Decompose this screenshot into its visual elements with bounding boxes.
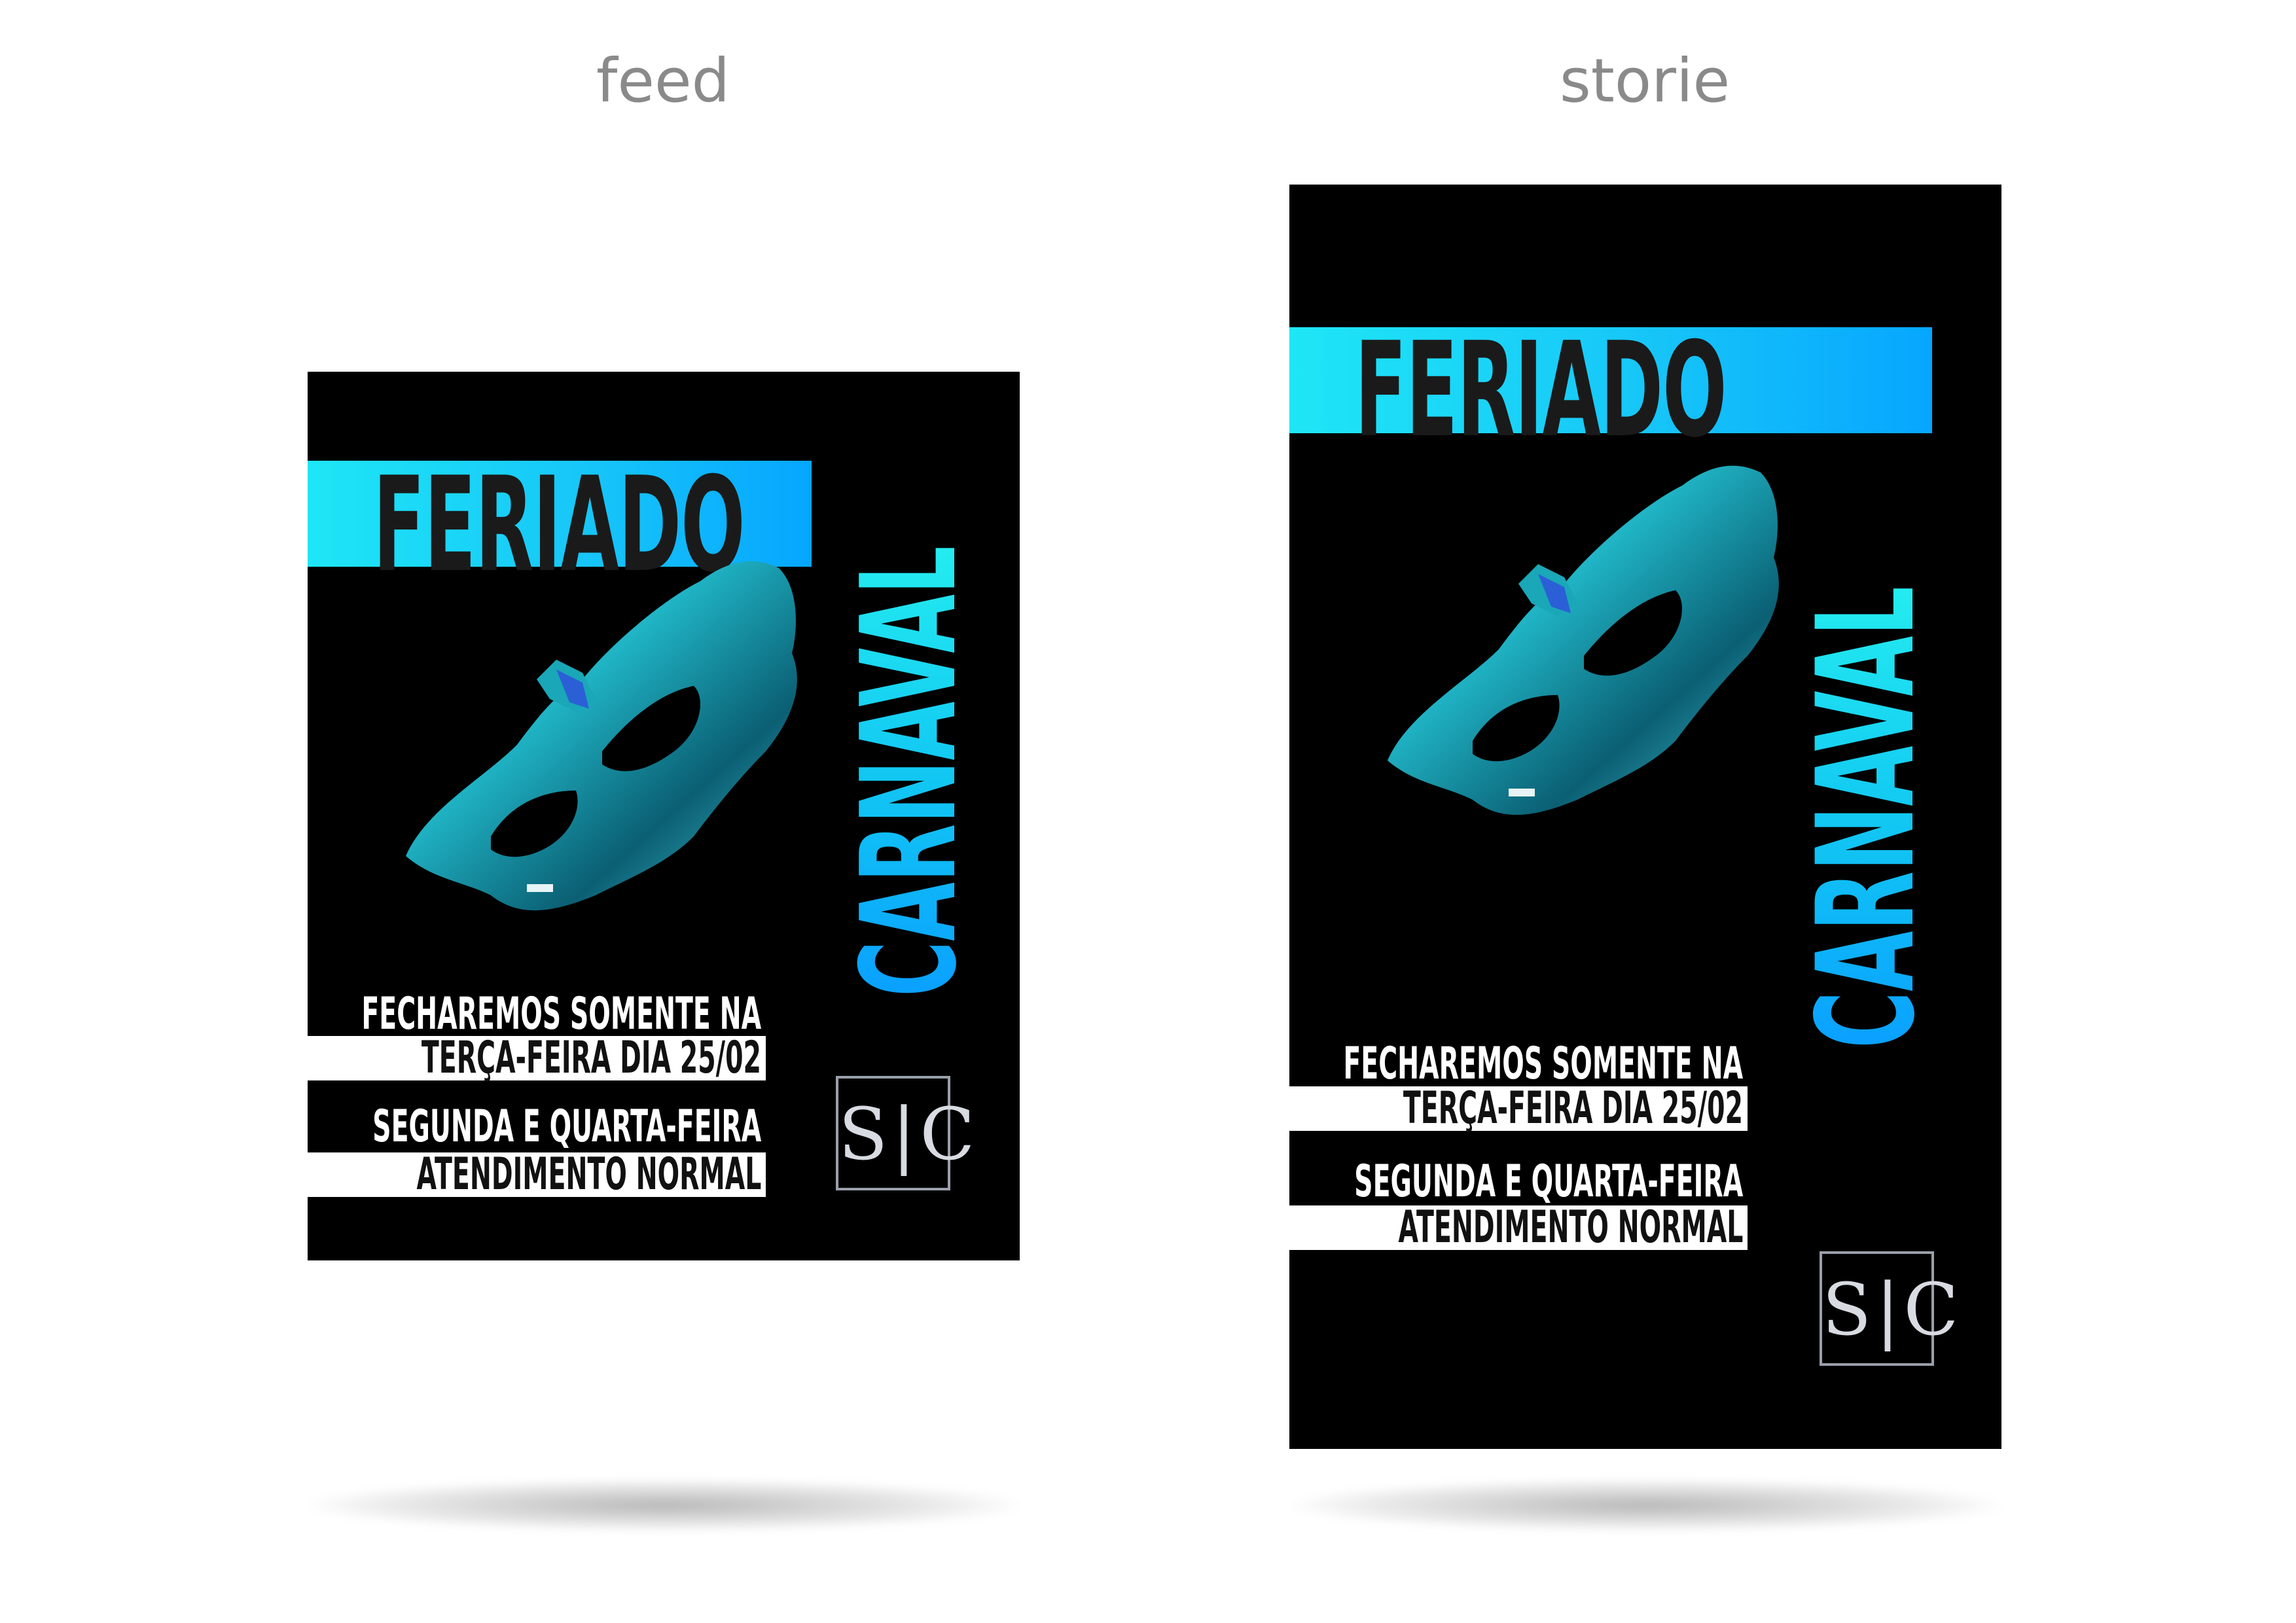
info-line-3: SEGUNDA E QUARTA-FEIRA — [372, 1101, 761, 1152]
info-line-2: TERÇA-FEIRA DIA 25/02 — [1403, 1082, 1743, 1134]
info-line-1: FECHAREMOS SOMENTE NA — [1343, 1038, 1743, 1090]
storie-label: storie — [1559, 46, 1731, 116]
feed-shadow — [308, 1479, 1021, 1531]
info-line-3: SEGUNDA E QUARTA-FEIRA — [1354, 1156, 1743, 1207]
carnaval-title: CARNAVAL — [1789, 586, 1945, 1048]
info-line-4: ATENDIMENTO NORMAL — [1398, 1202, 1743, 1253]
feed-label: feed — [596, 46, 730, 116]
storie-shadow — [1289, 1479, 2003, 1531]
storie-poster: FERIADO CARNAVAL FECHAREMOS SOMENTE NA T… — [1289, 185, 2001, 1449]
sc-monogram-logo: S|C — [1820, 1251, 1963, 1366]
info-line-2: TERÇA-FEIRA DIA 25/02 — [421, 1032, 761, 1084]
logo-text: S|C — [838, 1092, 979, 1176]
sc-monogram-logo: S|C — [836, 1076, 979, 1190]
carnival-mask-icon — [406, 561, 797, 911]
feed-poster: FERIADO CARNAVAL FECHAREMOS SOMENTE NA T… — [308, 372, 1020, 1260]
logo-text: S|C — [1822, 1268, 1963, 1351]
carnaval-title: CARNAVAL — [833, 546, 986, 997]
info-line-4: ATENDIMENTO NORMAL — [416, 1149, 761, 1200]
info-line-1: FECHAREMOS SOMENTE NA — [361, 988, 761, 1040]
